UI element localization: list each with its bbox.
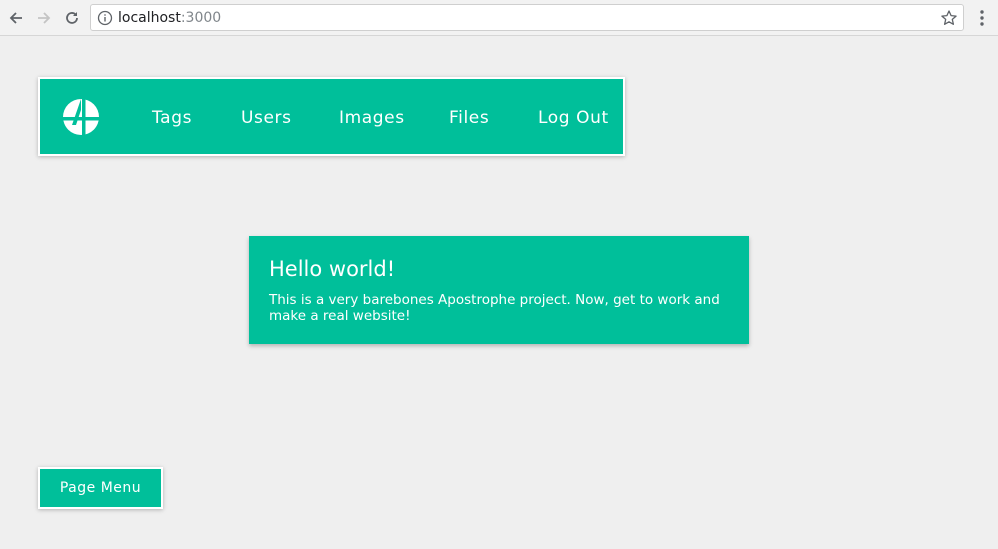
url-text: localhost:3000 xyxy=(118,10,221,26)
browser-toolbar: localhost:3000 xyxy=(0,0,998,36)
card-title: Hello world! xyxy=(269,257,396,281)
admin-item-images[interactable]: Images xyxy=(339,107,405,129)
info-icon[interactable] xyxy=(97,10,113,26)
apostrophe-logo-icon[interactable] xyxy=(62,98,100,136)
back-arrow-icon[interactable] xyxy=(4,6,28,30)
admin-bar: Tags Users Images Files Log Out xyxy=(38,77,625,156)
reload-icon[interactable] xyxy=(60,6,84,30)
url-port: :3000 xyxy=(180,10,222,26)
forward-arrow-icon[interactable] xyxy=(32,6,56,30)
admin-item-files[interactable]: Files xyxy=(449,107,489,129)
address-bar[interactable]: localhost:3000 xyxy=(90,4,964,31)
menu-dots-icon[interactable] xyxy=(972,8,992,28)
admin-item-tags[interactable]: Tags xyxy=(152,107,192,129)
bookmark-star-icon[interactable] xyxy=(940,9,958,27)
admin-item-log-out[interactable]: Log Out xyxy=(538,107,609,129)
card-body: This is a very barebones Apostrophe proj… xyxy=(269,292,720,324)
url-host: localhost xyxy=(118,10,181,26)
page-menu-button[interactable]: Page Menu xyxy=(38,467,163,509)
admin-item-users[interactable]: Users xyxy=(241,107,292,129)
hello-card: Hello world! This is a very barebones Ap… xyxy=(249,236,749,344)
